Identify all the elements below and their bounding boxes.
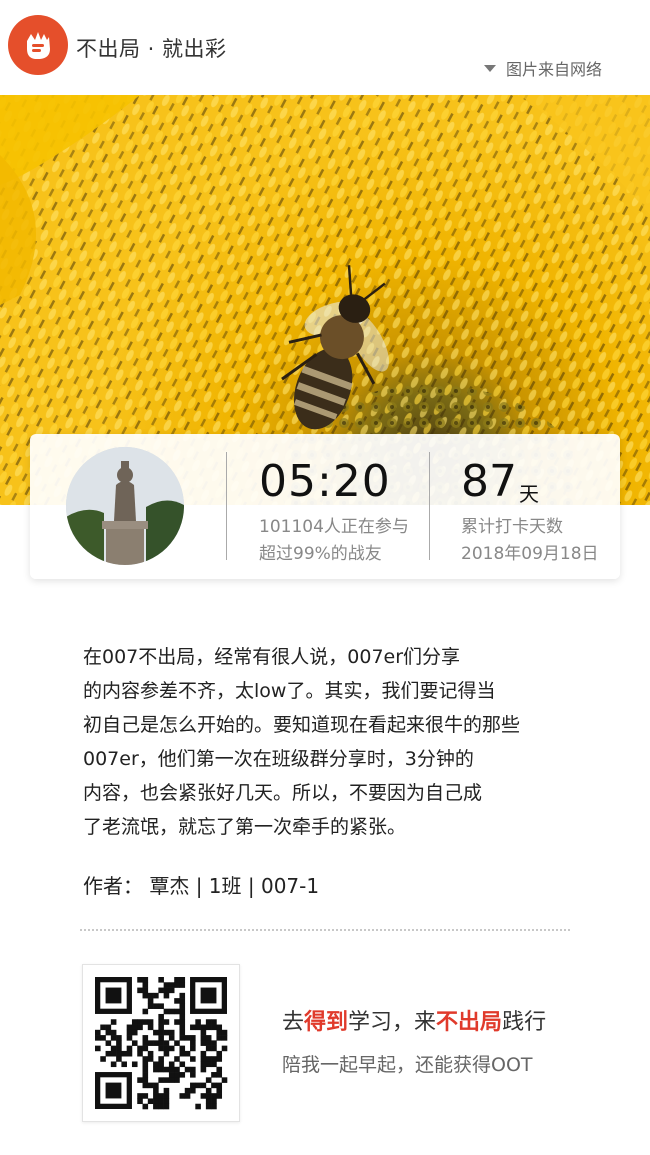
brand-slogan: 不出局 · 就出彩 [76, 37, 227, 61]
checkin-time: 05:20 [259, 456, 391, 507]
article-line: 的内容参差不齐，太low了。其实，我们要记得当 [83, 680, 496, 702]
avatar[interactable] [66, 447, 184, 565]
caret-down-icon [483, 65, 496, 72]
article-line: 007er，他们第一次在班级群分享时，3分钟的 [83, 748, 474, 770]
article-body: 在007不出局，经常有很人说，007er们分享 的内容参差不齐，太low了。其实… [83, 640, 578, 844]
image-source-note: 图片来自网络 [483, 56, 602, 80]
header: 不出局 · 就出彩 图片来自网络 [0, 0, 650, 95]
divider-right [429, 452, 430, 560]
author-line: 作者： 覃杰 | 1班 | 007-1 [83, 874, 320, 898]
promo-highlight-buchuju: 不出局 [436, 1010, 503, 1035]
article-line: 在007不出局，经常有很人说，007er们分享 [83, 646, 461, 668]
stats-card: 05:20 101104人正在参与 超过99%的战友 87 天 累计打卡天数 2… [30, 434, 620, 579]
qr-code-icon [95, 977, 228, 1110]
checkin-date: 2018年09月18日 [461, 544, 599, 564]
surpass-rate: 超过99%的战友 [259, 544, 382, 564]
promo-highlight-dedao: 得到 [304, 1010, 349, 1035]
promo-subline: 陪我一起早起，还能获得OOT [282, 1054, 533, 1076]
promo-headline: 去得到学习，来不出局践行 [282, 1004, 546, 1036]
promo-text: 去 [282, 1010, 305, 1035]
article-line: 内容，也会紧张好几天。所以，不要因为自己成 [83, 782, 483, 804]
checkin-days-value: 87 [461, 456, 517, 507]
article-line: 了老流氓，就忘了第一次牵手的紧张。 [83, 816, 407, 838]
fist-icon [27, 32, 50, 59]
image-source-label: 图片来自网络 [505, 60, 602, 79]
divider-left [226, 452, 227, 560]
article-line: 初自己是怎么开始的。要知道现在看起来很牛的那些 [83, 714, 521, 736]
promo-text: 学习，来 [348, 1010, 437, 1035]
statue-avatar-icon [66, 447, 184, 565]
participants-count: 101104人正在参与 [259, 517, 409, 537]
checkin-days-unit: 天 [519, 482, 539, 506]
qr-code[interactable] [82, 964, 240, 1122]
dotted-divider [80, 929, 570, 931]
checkin-days-label: 累计打卡天数 [461, 517, 563, 537]
promo-text: 践行 [502, 1010, 547, 1035]
brand-logo[interactable] [8, 15, 68, 75]
